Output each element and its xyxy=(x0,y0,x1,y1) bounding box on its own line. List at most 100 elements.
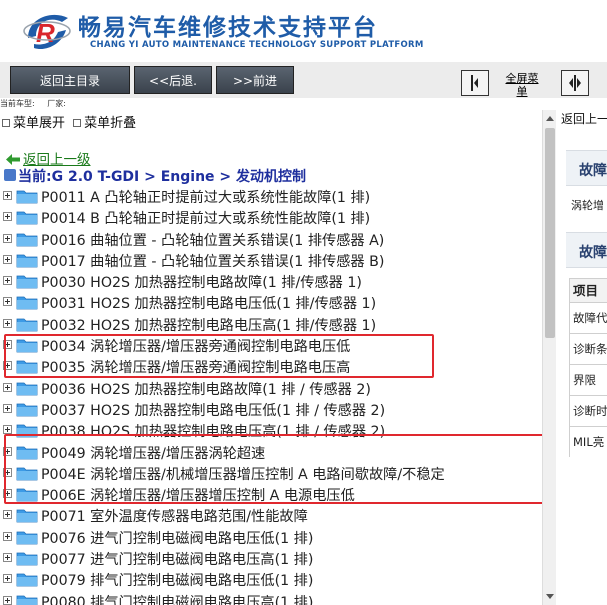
tree-item-label: P0016 曲轴位置 - 凸轮轴位置关系错误(1 排传感器 A) xyxy=(41,232,385,249)
expand-plus-icon[interactable] xyxy=(3,489,12,499)
tree-item[interactable]: P0030 HO2S 加热器控制电路故障(1 排/传感器 1) xyxy=(0,271,542,292)
scroll-up-icon[interactable] xyxy=(546,116,554,121)
expand-plus-icon[interactable] xyxy=(3,297,12,307)
tree-item[interactable]: P0031 HO2S 加热器控制电路电压低(1 排/传感器 1) xyxy=(0,292,542,313)
tree-item[interactable]: P0014 B 凸轮轴正时提前过大或系统性能故障(1 排) xyxy=(0,207,542,228)
expand-plus-icon[interactable] xyxy=(3,425,12,435)
tree-item-label: P0080 排气门控制电磁阀电路电压高(1 排) xyxy=(41,594,314,605)
expand-plus-icon[interactable] xyxy=(3,254,12,264)
tree-item-label: P0032 HO2S 加热器控制电路电压高(1 排/传感器 1) xyxy=(41,317,377,334)
table-row: 故障代 xyxy=(569,302,607,333)
split-panel-button[interactable] xyxy=(561,70,589,96)
tree-item-label: P0017 曲轴位置 - 凸轮轴位置关系错误(1 排传感器 B) xyxy=(41,253,385,270)
tree-item-label: P0030 HO2S 加热器控制电路故障(1 排/传感器 1) xyxy=(41,275,362,292)
panel-left-icon xyxy=(471,75,478,91)
forward-button[interactable]: >>前进 xyxy=(216,66,294,94)
tree-item[interactable]: P0016 曲轴位置 - 凸轮轴位置关系错误(1 排传感器 A) xyxy=(0,229,542,250)
table-row: 诊断条 xyxy=(569,333,607,364)
vehicle-label: 当前车型: xyxy=(0,99,35,108)
expand-plus-icon[interactable] xyxy=(3,553,12,563)
expand-plus-icon[interactable] xyxy=(3,340,12,350)
tree-item[interactable]: P0017 曲轴位置 - 凸轮轴位置关系错误(1 排传感器 B) xyxy=(0,250,542,271)
expand-plus-icon[interactable] xyxy=(3,403,12,413)
folder-icon xyxy=(16,254,38,268)
menu-collapse-link[interactable]: 菜单折叠 xyxy=(84,116,136,131)
fullscreen-menu-link[interactable]: 全屏菜单 xyxy=(505,72,539,98)
folder-icon xyxy=(16,424,38,438)
expand-plus-icon[interactable] xyxy=(3,446,12,456)
tree-item[interactable]: P0071 室外温度传感器电路范围/性能故障 xyxy=(0,505,542,526)
expand-plus-icon[interactable] xyxy=(3,382,12,392)
back-button[interactable]: <<后退. xyxy=(134,66,212,94)
tree-item[interactable]: P004E 涡轮增压器/机械增压器增压控制 A 电路间歇故障/不稳定 xyxy=(0,463,542,484)
expand-plus-icon[interactable] xyxy=(3,510,12,520)
tree-item-label: P0049 涡轮增压器/增压器涡轮超速 xyxy=(41,445,266,462)
expand-plus-icon[interactable] xyxy=(3,574,12,584)
expand-plus-icon[interactable] xyxy=(3,467,12,477)
folder-icon xyxy=(16,190,38,204)
tree-item[interactable]: P0049 涡轮增压器/增压器涡轮超速 xyxy=(0,442,542,463)
vehicle-info: 当前车型: 厂家: xyxy=(0,98,560,110)
detail-section-header-2: 故障 xyxy=(566,232,607,268)
app-subtitle: CHANG YI AUTO MAINTENANCE TECHNOLOGY SUP… xyxy=(90,40,424,50)
home-button[interactable]: 返回主目录 xyxy=(10,66,130,94)
folder-icon xyxy=(16,403,38,417)
tree-item[interactable]: P0037 HO2S 加热器控制电路电压低(1 排 / 传感器 2) xyxy=(0,399,542,420)
toolbar: 返回主目录 <<后退. >>前进 全屏菜单 xyxy=(0,62,607,98)
tree-item-label: P0037 HO2S 加热器控制电路电压低(1 排 / 传感器 2) xyxy=(41,402,386,419)
tree-item[interactable]: P0032 HO2S 加热器控制电路电压高(1 排/传感器 1) xyxy=(0,314,542,335)
tree-item[interactable]: P0038 HO2S 加热器控制电路电压高(1 排 / 传感器 2) xyxy=(0,420,542,441)
tree-item-label: P0035 涡轮增压器/增压器旁通阀控制电路电压高 xyxy=(41,360,351,377)
tree-item-label: P0014 B 凸轮轴正时提前过大或系统性能故障(1 排) xyxy=(41,211,371,228)
tree-item[interactable]: P0034 涡轮增压器/增压器旁通阀控制电路电压低 xyxy=(0,335,542,356)
detail-back-link[interactable]: 返回上一 xyxy=(561,110,607,127)
app-header: R 畅易汽车维修技术支持平台 CHANG YI AUTO MAINTENANCE… xyxy=(0,0,607,62)
collapse-left-button[interactable] xyxy=(461,70,489,96)
tree-item-label: P006E 涡轮增压器/增压器增压控制 A 电源电压低 xyxy=(41,488,355,505)
section-title-2: 故障 xyxy=(579,245,607,261)
tree-item-label: P0077 进气门控制电磁阀电路电压高(1 排) xyxy=(41,552,314,569)
current-path: 当前:G 2.0 T-GDI > Engine > 发动机控制 xyxy=(4,166,306,186)
folder-icon xyxy=(16,467,38,481)
tree-scrollbar[interactable] xyxy=(542,110,556,605)
expand-plus-icon[interactable] xyxy=(3,276,12,286)
folder-icon xyxy=(16,510,38,523)
expand-plus-icon[interactable] xyxy=(3,531,12,541)
expand-plus-icon[interactable] xyxy=(3,233,12,243)
table-header: 项目 xyxy=(569,278,607,302)
back-up-link[interactable]: 返回上一级 xyxy=(6,148,91,168)
tree-item[interactable]: P0077 进气门控制电磁阀电路电压高(1 排) xyxy=(0,548,542,569)
expand-plus-icon[interactable] xyxy=(3,191,12,200)
expand-plus-icon[interactable] xyxy=(3,212,12,222)
tree-item[interactable]: P0035 涡轮增压器/增压器旁通阀控制电路电压高 xyxy=(0,356,542,377)
back-arrow-icon xyxy=(6,154,20,165)
tree-item-label: P0036 HO2S 加热器控制电路故障(1 排 / 传感器 2) xyxy=(41,381,371,398)
scroll-down-icon[interactable] xyxy=(546,594,554,599)
code-tree-panel: 返回上一级 当前:G 2.0 T-GDI > Engine > 发动机控制 P0… xyxy=(0,130,542,605)
section-title-1: 故障 xyxy=(579,163,607,179)
tree-item-label: P0071 室外温度传感器电路范围/性能故障 xyxy=(41,509,308,526)
folder-icon xyxy=(16,339,38,353)
expand-plus-icon[interactable] xyxy=(3,318,12,328)
folder-icon xyxy=(16,318,38,332)
expand-plus-icon[interactable] xyxy=(3,361,12,371)
tree-item[interactable]: P0080 排气门控制电磁阀电路电压高(1 排) xyxy=(0,591,542,605)
tree-item-label: P0038 HO2S 加热器控制电路电压高(1 排 / 传感器 2) xyxy=(41,424,386,441)
scroll-thumb[interactable] xyxy=(545,128,555,338)
tree-item[interactable]: P0076 进气门控制电磁阀电路电压低(1 排) xyxy=(0,527,542,548)
folder-icon xyxy=(16,595,38,605)
tree-item[interactable]: P0079 排气门控制电磁阀电路电压低(1 排) xyxy=(0,569,542,590)
folder-icon xyxy=(16,488,38,502)
folder-icon xyxy=(16,297,38,310)
folder-icon xyxy=(16,275,38,289)
tree-item[interactable]: P0011 A 凸轮轴正时提前过大或系统性能故障(1 排) xyxy=(0,186,542,207)
expand-plus-icon[interactable] xyxy=(3,595,12,605)
maker-label: 厂家: xyxy=(47,99,66,108)
detail-description: 涡轮增 xyxy=(571,199,604,212)
menu-expand-link[interactable]: 菜单展开 xyxy=(13,116,65,131)
tree-item[interactable]: P006E 涡轮增压器/增压器增压控制 A 电源电压低 xyxy=(0,484,542,505)
folder-icon xyxy=(16,211,38,225)
folder-icon xyxy=(16,382,38,396)
tree-item[interactable]: P0036 HO2S 加热器控制电路故障(1 排 / 传感器 2) xyxy=(0,378,542,399)
logo-icon: R xyxy=(23,14,71,50)
